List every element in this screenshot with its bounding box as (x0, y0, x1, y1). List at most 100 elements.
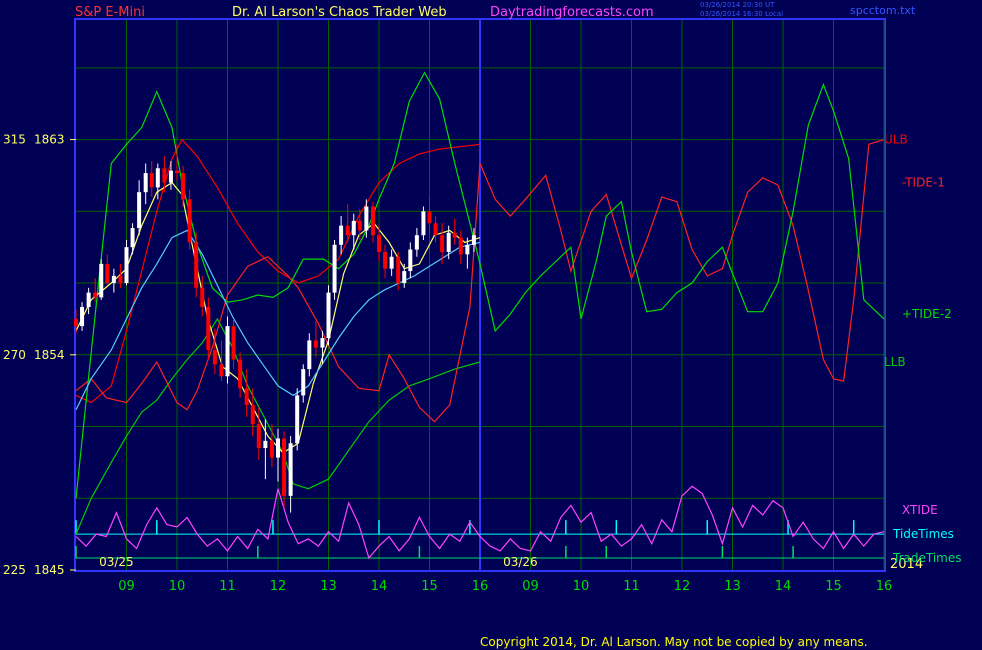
legend-label: XTIDE (902, 503, 938, 517)
price-bar-body (427, 211, 432, 224)
price-bar-body (175, 170, 179, 174)
price-bar-body (307, 340, 312, 370)
price-bar-body (86, 292, 91, 307)
price-bar-body (124, 247, 129, 284)
price-bar-body (370, 206, 375, 236)
price-bar-body (383, 251, 388, 269)
price-bar-body (74, 318, 78, 327)
price-bar-body (295, 395, 300, 444)
price-bar-body (320, 338, 325, 348)
legend-label: TradeTimes (892, 551, 961, 565)
site-link[interactable]: Daytradingforecasts.com (490, 5, 654, 20)
price-bar-body (263, 440, 268, 449)
price-bar-body (433, 223, 438, 236)
x-tick-label: 16 (472, 579, 489, 594)
x-tick-label: 14 (775, 579, 792, 594)
price-bar-body (219, 364, 224, 377)
price-bar-body (414, 235, 419, 250)
price-bar-body (206, 306, 211, 350)
y-tick-label: 315 (3, 133, 26, 147)
price-bar-body (326, 292, 331, 339)
grid (76, 20, 885, 570)
instrument-title: S&P E-Mini (75, 5, 145, 20)
price-bar-body (194, 242, 199, 288)
price-bar-body (465, 244, 470, 255)
legend: ULB -TIDE-1 +TIDE-2 LLB XTIDE TideTimes TradeT… (884, 133, 961, 565)
y-tick-price: 1863 (34, 133, 65, 147)
legend-label: LLB (884, 355, 906, 369)
price-bar-body (130, 228, 135, 248)
price-bar-body (458, 237, 463, 255)
price-bar-body (111, 275, 116, 284)
chart-canvas: 225 1845 270 1854 315 1863 09 10 11 12 13 14 15 16 09 1… (3, 18, 961, 594)
x-tick-label: 09 (522, 579, 539, 594)
price-bar-body (162, 168, 167, 183)
price-bar-body (200, 287, 205, 307)
price-bar-body (396, 256, 401, 284)
x-tick-label: 09 (118, 579, 135, 594)
price-bar-body (313, 340, 318, 348)
price-bar-body (408, 249, 413, 272)
price-bar-body (155, 168, 160, 188)
price-bar-body (231, 326, 236, 360)
date-label: 03/26 (503, 555, 538, 569)
author-title: Dr. Al Larson's Chaos Trader Web (232, 5, 447, 20)
y-tick-label: 270 (3, 348, 26, 362)
price-bar-body (168, 170, 173, 183)
price-bar-body (269, 440, 274, 458)
price-bar-body (471, 235, 476, 245)
x-tick-label: 10 (169, 579, 186, 594)
x-tick-label: 10 (573, 579, 590, 594)
price-bar-body (238, 359, 243, 389)
price-bar-body (364, 206, 369, 231)
data-filename: spcctom.txt (850, 4, 916, 17)
price-bar-body (137, 192, 142, 229)
price-bar-body (93, 292, 98, 298)
price-bar-body (452, 232, 457, 238)
price-bar-body (389, 256, 394, 269)
x-tick-label: 13 (724, 579, 741, 594)
x-tick-label: 15 (825, 579, 842, 594)
price-bars (74, 144, 476, 513)
legend-label: ULB (884, 133, 908, 147)
price-bar-body (250, 405, 255, 425)
date-label: 03/25 (99, 555, 134, 569)
legend-label: -TIDE-1 (902, 176, 945, 190)
price-bar-body (339, 225, 344, 245)
price-bar-body (440, 235, 445, 252)
x-tick-label: 12 (270, 579, 287, 594)
y-tick-price: 1854 (34, 348, 65, 362)
x-tick-label: 16 (876, 579, 893, 594)
price-bar-body (402, 271, 407, 284)
price-bar-body (143, 173, 148, 193)
price-bar-body (105, 263, 110, 284)
y-tick-label: 225 (3, 563, 26, 577)
price-bar-body (149, 173, 154, 188)
price-bar-body (345, 225, 350, 236)
price-bar-body (351, 220, 356, 236)
x-tick-label: 11 (219, 579, 236, 594)
price-bar-body (301, 369, 306, 396)
price-bar-body (332, 244, 337, 293)
price-bar-body (244, 388, 249, 405)
timestamp-local: 03/26/2014 16:30 Local (700, 10, 784, 18)
price-bar-body (181, 173, 186, 200)
x-tick-label: 14 (371, 579, 388, 594)
copyright-notice: Copyright 2014, Dr. Al Larson. May not b… (480, 635, 868, 649)
price-bar-body (99, 263, 104, 298)
price-bar-body (212, 350, 217, 365)
price-bar-body (118, 275, 123, 284)
price-bar-body (357, 220, 362, 231)
x-tick-label: 11 (623, 579, 640, 594)
x-tick-label: 12 (674, 579, 691, 594)
price-bar-body (276, 438, 280, 458)
price-bar-body (282, 438, 287, 496)
x-tick-label: 15 (421, 579, 438, 594)
price-bar-body (225, 326, 230, 377)
legend-label: TideTimes (892, 527, 954, 541)
price-bar-body (288, 443, 293, 496)
timestamp-ut: 03/26/2014 20:30 UT (700, 1, 775, 9)
price-bar-body (187, 199, 192, 243)
legend-label: +TIDE-2 (902, 307, 952, 321)
x-tick-label: 13 (320, 579, 337, 594)
